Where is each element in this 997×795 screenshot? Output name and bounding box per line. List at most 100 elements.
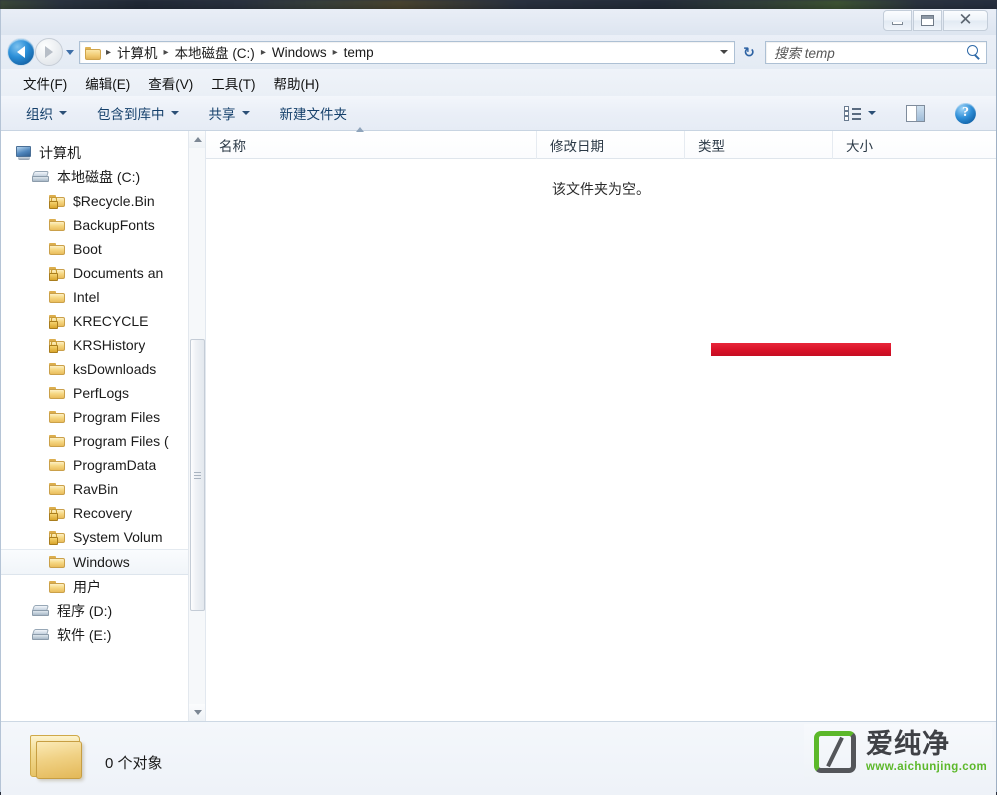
sidebar-item-recycle-bin[interactable]: $Recycle.Bin: [1, 189, 205, 213]
arrow-left-icon: [17, 46, 25, 58]
close-button[interactable]: ✕: [943, 10, 988, 31]
menu-help[interactable]: 帮助(H): [265, 70, 329, 96]
breadcrumb-item-temp[interactable]: temp: [342, 45, 376, 60]
chevron-down-icon: [868, 111, 876, 115]
forward-button[interactable]: [35, 38, 63, 66]
sidebar-item-program-files[interactable]: Program Files (: [1, 429, 205, 453]
breadcrumb-separator: ▸: [106, 46, 112, 58]
watermark-url: www.aichunjing.com: [866, 760, 988, 773]
folder-locked-icon: [49, 530, 66, 545]
help-button[interactable]: ?: [947, 99, 984, 128]
sidebar-item-system-volum[interactable]: System Volum: [1, 525, 205, 549]
breadcrumb-item-computer[interactable]: 计算机: [115, 42, 160, 62]
column-header-date-modified[interactable]: 修改日期: [536, 130, 684, 159]
sidebar-item-程序-d[interactable]: 程序 (D:): [1, 599, 205, 623]
window-controls: ✕: [883, 10, 988, 31]
chevron-down-icon: [66, 49, 74, 55]
sidebar-item-krecycle[interactable]: KRECYCLE: [1, 309, 205, 333]
sidebar-item-label: Boot: [73, 241, 102, 257]
breadcrumb-separator: ▸: [260, 46, 266, 58]
menu-view[interactable]: 查看(V): [139, 70, 202, 96]
search-icon: [966, 44, 982, 60]
brand-logo-icon: [814, 731, 856, 773]
new-folder-label: 新建文件夹: [279, 107, 348, 122]
folder-icon: [49, 242, 66, 256]
column-header-date-modified-label: 修改日期: [550, 138, 604, 154]
sidebar-item-软件-e[interactable]: 软件 (E:): [1, 623, 205, 647]
recent-locations-button[interactable]: [63, 38, 77, 66]
breadcrumb-item-local-disk[interactable]: 本地磁盘 (C:): [173, 42, 257, 62]
menu-bar: 文件(F) 编辑(E) 查看(V) 工具(T) 帮助(H): [1, 69, 996, 96]
computer-icon: [15, 145, 32, 161]
sidebar-item-label: 软件 (E:): [57, 627, 112, 643]
breadcrumb-item-windows[interactable]: Windows: [270, 45, 329, 60]
sidebar-item-用户[interactable]: 用户: [1, 575, 205, 599]
chevron-down-icon: [720, 50, 728, 54]
maximize-icon: [921, 15, 934, 26]
minimize-icon: [892, 21, 903, 25]
breadcrumb-dropdown-button[interactable]: [716, 42, 732, 63]
sidebar-item-perflogs[interactable]: PerfLogs: [1, 381, 205, 405]
breadcrumb-bar[interactable]: ▸ 计算机 ▸ 本地磁盘 (C:) ▸ Windows ▸ temp: [79, 40, 735, 64]
folder-locked-icon: [49, 194, 66, 209]
explorer-window: ✕ ▸ 计算机 ▸ 本地磁盘 (C:) ▸ Windows ▸ temp ↻ 搜…: [0, 9, 997, 795]
drive-icon: [32, 170, 50, 184]
new-folder-button[interactable]: 新建文件夹: [272, 99, 356, 127]
column-header-type[interactable]: 类型: [684, 130, 832, 159]
refresh-icon: ↻: [743, 43, 755, 60]
back-button[interactable]: [7, 38, 35, 66]
search-input[interactable]: 搜索 temp: [765, 40, 987, 64]
sidebar-item-programdata[interactable]: ProgramData: [1, 453, 205, 477]
refresh-button[interactable]: ↻: [738, 41, 760, 64]
maximize-button[interactable]: [913, 10, 942, 31]
triangle-up-icon: [193, 137, 202, 142]
organize-label: 组织: [26, 107, 53, 122]
menu-file[interactable]: 文件(F): [14, 70, 76, 96]
drive-icon: [32, 628, 50, 642]
sidebar-item-label: RavBin: [73, 481, 119, 497]
sidebar-item-krshistory[interactable]: KRSHistory: [1, 333, 205, 357]
folder-locked-icon: [49, 338, 66, 353]
column-header-type-label: 类型: [698, 138, 725, 154]
sidebar-item-program-files[interactable]: Program Files: [1, 405, 205, 429]
watermark-brand: 爱纯净: [866, 729, 950, 761]
scroll-up-button[interactable]: [189, 131, 205, 148]
sidebar-item-documents-an[interactable]: Documents an: [1, 261, 205, 285]
scroll-down-button[interactable]: [189, 704, 205, 721]
column-header-size-label: 大小: [846, 138, 873, 154]
navigation-scrollbar[interactable]: [188, 131, 205, 721]
explorer-body: 计算机本地磁盘 (C:) $Recycle.Bin BackupFonts Boot D…: [1, 126, 996, 721]
drive-icon: [32, 604, 50, 618]
column-header-name[interactable]: 名称: [206, 126, 536, 159]
column-header-size[interactable]: 大小: [832, 130, 936, 159]
menu-tools[interactable]: 工具(T): [202, 70, 264, 96]
sidebar-item-recovery[interactable]: Recovery: [1, 501, 205, 525]
minimize-button[interactable]: [883, 10, 912, 31]
folder-icon: [49, 218, 66, 232]
arrow-right-icon: [45, 46, 53, 58]
sidebar-item-intel[interactable]: Intel: [1, 285, 205, 309]
close-icon: ✕: [958, 10, 973, 30]
folder-locked-icon: [49, 314, 66, 329]
include-in-library-button[interactable]: 包含到库中: [89, 99, 187, 127]
sidebar-item-boot[interactable]: Boot: [1, 237, 205, 261]
show-preview-pane-button[interactable]: [898, 101, 933, 126]
sidebar-item-label: Program Files: [73, 409, 161, 425]
sidebar-item-windows[interactable]: Windows: [1, 549, 205, 575]
share-with-button[interactable]: 共享: [201, 99, 258, 127]
sidebar-item-ravbin[interactable]: RavBin: [1, 477, 205, 501]
grip-icon: [194, 471, 201, 479]
scrollbar-thumb[interactable]: [190, 339, 205, 611]
sidebar-item-label: ksDownloads: [73, 361, 157, 377]
sidebar-item-backupfonts[interactable]: BackupFonts: [1, 213, 205, 237]
sidebar-item-ksdownloads[interactable]: ksDownloads: [1, 357, 205, 381]
menu-edit[interactable]: 编辑(E): [76, 70, 139, 96]
item-count-label: 0 个对象: [105, 755, 163, 772]
sidebar-item-计算机[interactable]: 计算机: [1, 141, 205, 165]
sidebar-item-本地磁盘-c[interactable]: 本地磁盘 (C:): [1, 165, 205, 189]
sidebar-item-label: 计算机: [39, 145, 81, 161]
organize-button[interactable]: 组织: [18, 99, 75, 127]
change-view-button[interactable]: [836, 102, 884, 125]
sidebar-item-label: Documents an: [73, 265, 164, 281]
file-list-pane: 名称 修改日期 类型 大小 该文件夹为空。: [206, 126, 996, 721]
